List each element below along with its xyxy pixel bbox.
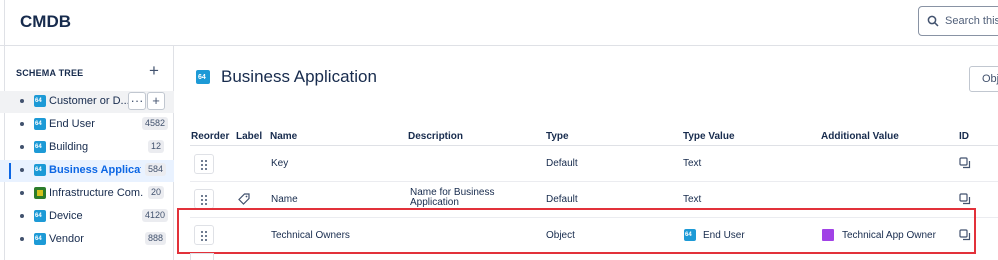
attribute-name: Name xyxy=(271,194,298,205)
object-type-icon xyxy=(34,141,46,153)
bullet-icon xyxy=(20,168,24,172)
object-count-badge: 888 xyxy=(145,232,167,245)
object-button-label: Obj xyxy=(982,73,998,85)
tree-item-label: Device xyxy=(49,210,83,222)
search-input[interactable]: Search this s xyxy=(918,6,998,36)
tree-item-business-application[interactable]: Business Applicati... 584 xyxy=(0,160,174,182)
object-count-badge: 584 xyxy=(145,163,167,176)
label-tag-icon xyxy=(238,193,250,205)
column-header-type-value: Type Value xyxy=(683,131,735,142)
schema-tree-label: SCHEMA TREE xyxy=(16,68,84,78)
chip-icon xyxy=(34,187,46,199)
object-type-icon xyxy=(34,233,46,245)
attribute-type-value: Text xyxy=(683,158,702,169)
object-count-badge: 4582 xyxy=(142,117,169,130)
tree-item-label: Building xyxy=(49,141,89,153)
copy-id-icon[interactable] xyxy=(959,193,971,205)
column-header-type: Type xyxy=(546,131,569,142)
bullet-icon xyxy=(20,99,24,103)
column-header-label: Label xyxy=(236,131,263,142)
attribute-type-value: Text xyxy=(683,194,702,205)
add-child-button[interactable]: + xyxy=(147,92,165,110)
object-type-icon xyxy=(34,118,46,130)
column-header-id: ID xyxy=(959,131,969,142)
column-header-reorder: Reorder xyxy=(191,131,230,142)
tree-item-vendor[interactable]: Vendor 888 xyxy=(0,229,174,251)
table-row: Key Default Text xyxy=(190,146,998,182)
tree-item-label: Customer or D... xyxy=(49,95,130,107)
app-title: CMDB xyxy=(20,12,71,31)
add-object-type-button[interactable]: + xyxy=(146,62,162,79)
search-icon xyxy=(927,15,939,27)
drag-handle-icon[interactable] xyxy=(194,154,214,174)
object-count-badge: 4120 xyxy=(142,209,169,222)
tree-item-building[interactable]: Building 12 xyxy=(0,137,174,159)
tree-item-label: Infrastructure Com... xyxy=(49,187,143,199)
column-header-additional-value: Additional Value xyxy=(821,131,899,142)
tree-item-label: End User xyxy=(49,118,95,130)
attribute-type: Default xyxy=(546,194,578,205)
bullet-icon xyxy=(20,191,24,195)
tree-item-label: Vendor xyxy=(49,233,84,245)
more-actions-button[interactable]: ··· xyxy=(128,92,146,110)
top-bar: CMDB Search this s xyxy=(0,0,998,46)
tree-item-infrastructure[interactable]: Infrastructure Com... 20 xyxy=(0,183,174,205)
object-type-icon xyxy=(34,95,46,107)
attribute-type: Default xyxy=(546,158,578,169)
object-type-icon xyxy=(34,164,46,176)
column-header-name: Name xyxy=(270,131,298,142)
bullet-icon xyxy=(20,214,24,218)
tree-item-label: Business Applicati... xyxy=(49,164,141,176)
object-type-icon xyxy=(196,70,210,84)
bullet-icon xyxy=(20,145,24,149)
highlight-box xyxy=(177,208,976,254)
object-count-badge: 20 xyxy=(148,186,165,199)
attribute-name: Key xyxy=(271,158,289,169)
selection-indicator xyxy=(9,163,11,179)
object-type-icon xyxy=(34,210,46,222)
tree-item-end-user[interactable]: End User 4582 xyxy=(0,114,174,136)
bullet-icon xyxy=(20,237,24,241)
object-button[interactable]: Obj xyxy=(969,66,998,92)
next-row-drag-handle xyxy=(190,253,214,260)
object-count-badge: 12 xyxy=(148,140,165,153)
drag-handle-icon[interactable] xyxy=(194,189,214,209)
copy-id-icon[interactable] xyxy=(959,157,971,169)
search-placeholder: Search this s xyxy=(945,15,998,27)
schema-tree-sidebar: SCHEMA TREE + Customer or D... ··· + End… xyxy=(0,46,174,260)
description-line: Application xyxy=(410,197,459,208)
tree-item-device[interactable]: Device 4120 xyxy=(0,206,174,228)
tree-item-customer[interactable]: Customer or D... ··· + xyxy=(0,91,174,113)
bullet-icon xyxy=(20,122,24,126)
column-header-description: Description xyxy=(408,131,464,142)
page-title: Business Application xyxy=(221,67,377,86)
attribute-description: Name for Business Application xyxy=(410,188,494,208)
